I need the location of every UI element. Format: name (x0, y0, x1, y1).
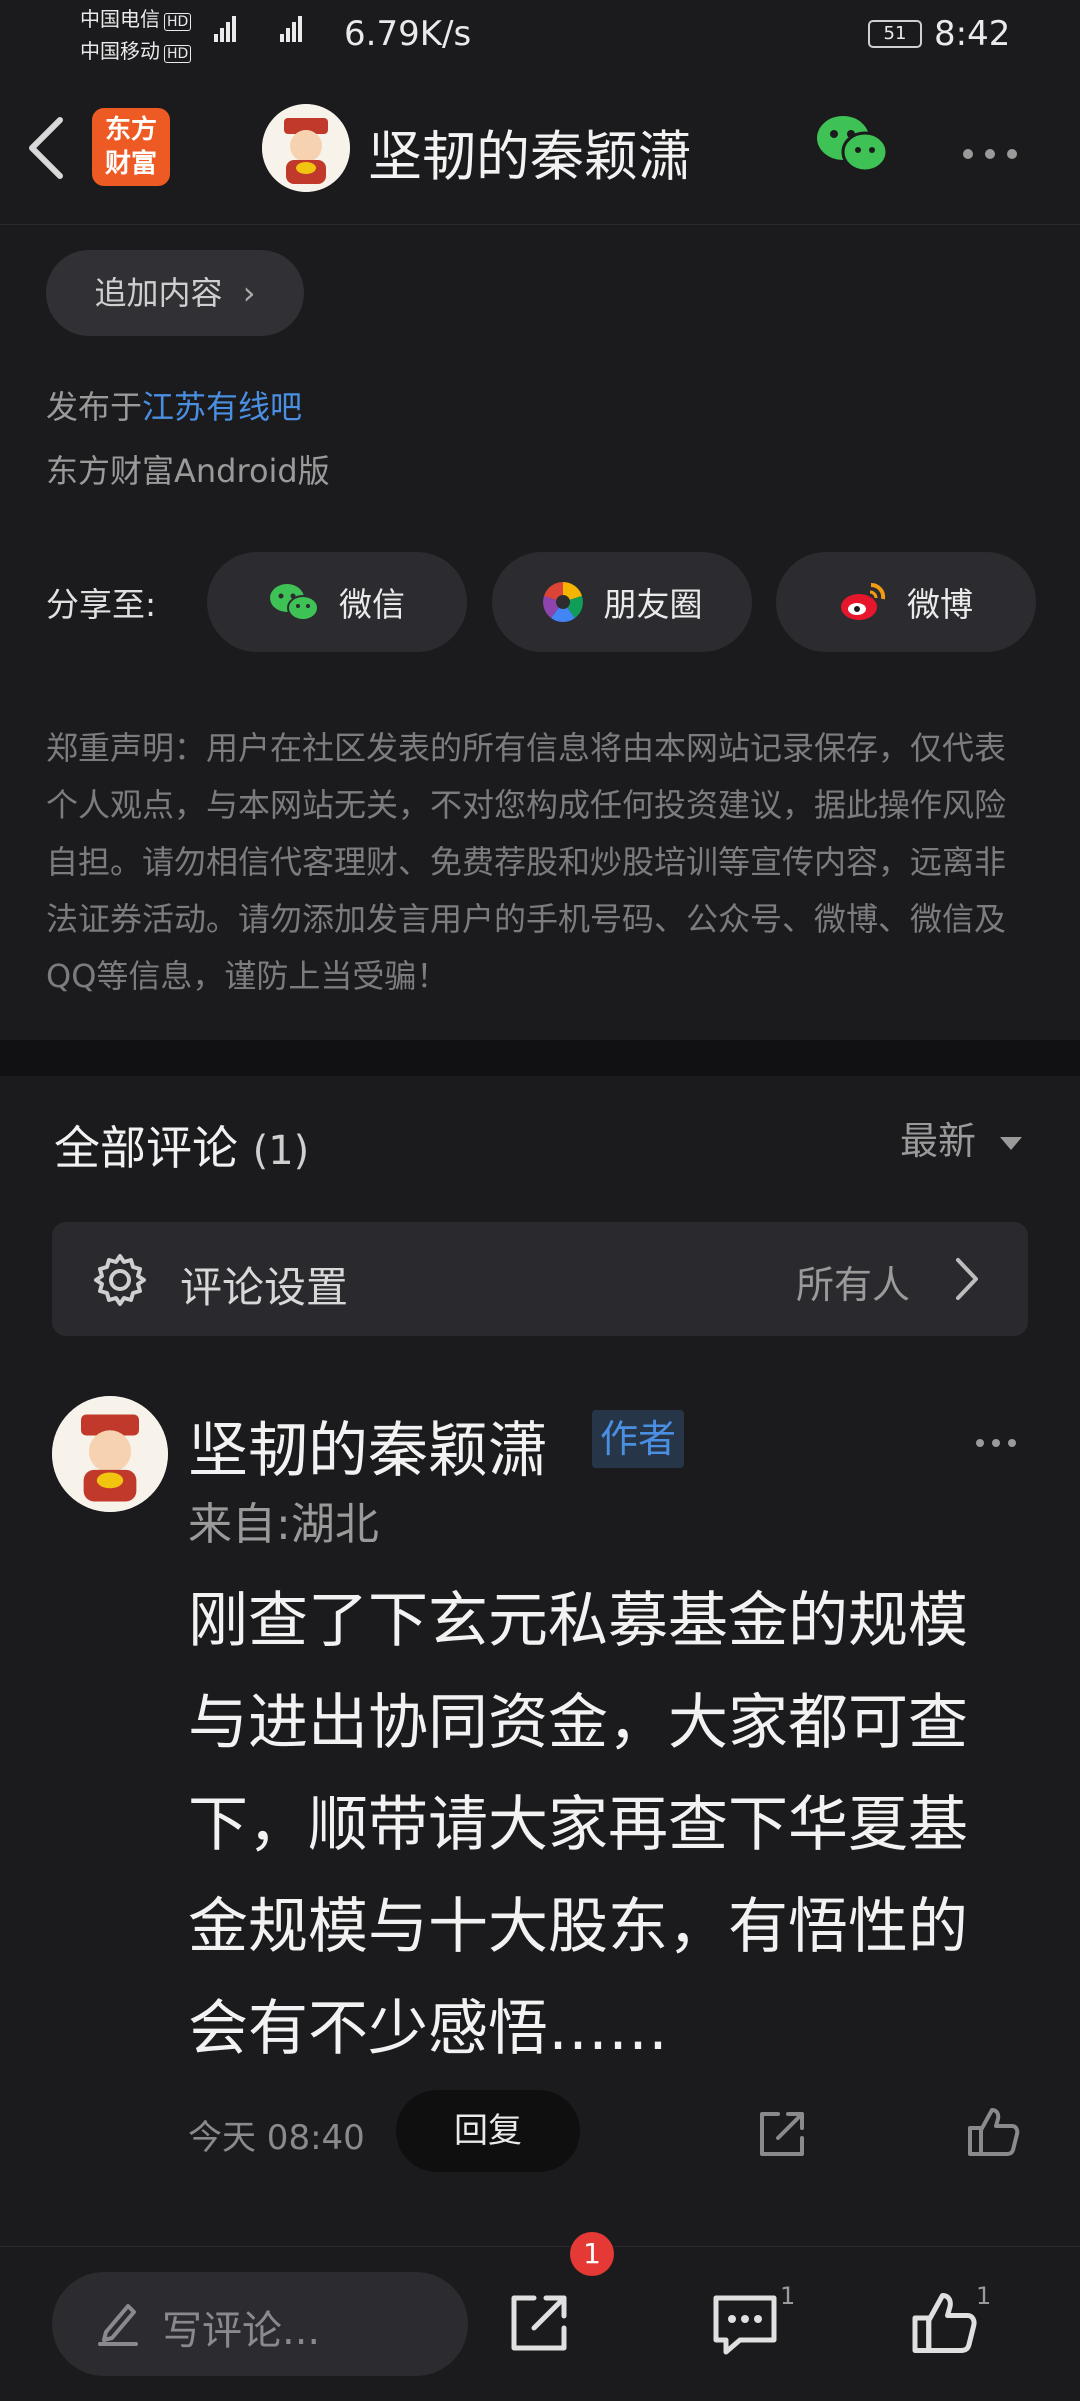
section-divider (0, 1040, 1080, 1076)
reply-button[interactable]: 回复 (396, 2090, 580, 2172)
comment-avatar[interactable] (52, 1396, 168, 1512)
share-label: 分享至: (46, 585, 157, 624)
comment-more-button[interactable] (976, 1432, 1016, 1451)
comment-icon[interactable] (710, 2292, 780, 2358)
comment-text: 刚查了下玄元私募基金的规模与进出协同资金，大家都可查下，顺带请大家再查下华夏基金… (188, 1586, 968, 2064)
comment-settings-value: 所有人 (796, 1263, 911, 1307)
append-content-button[interactable]: 追加内容 › (46, 250, 304, 336)
comment-time: 今天 08:40 (188, 2118, 365, 2158)
moments-icon (542, 582, 583, 622)
chevron-right-icon: › (242, 274, 256, 312)
sort-dropdown[interactable]: 最新 (900, 1110, 1023, 1165)
disclaimer: 郑重声明：用户在社区发表的所有信息将由本网站记录保存，仅代表个人观点，与本网站无… (46, 729, 1007, 995)
sort-down-icon (1000, 1136, 1023, 1150)
wechat-icon (270, 584, 319, 621)
comment-count: 1 (780, 2282, 796, 2310)
weibo-icon (841, 582, 886, 620)
client-info: 东方财富Android版 (46, 452, 330, 490)
comment-like-icon[interactable] (966, 2104, 1022, 2160)
author-badge: 作者 (592, 1410, 685, 1468)
status-bar: 中国电信 HD 中国移动 HD 6.79K/s 51 8:42 (0, 0, 1080, 74)
more-button[interactable] (963, 144, 1029, 163)
wechat-icon (817, 116, 889, 173)
share-weibo-button[interactable]: 微博 (776, 552, 1036, 652)
forum-link[interactable]: 江苏有线吧 (142, 388, 302, 426)
share-badge: 1 (570, 2232, 614, 2276)
back-button[interactable] (20, 112, 74, 184)
more-icon (963, 144, 1029, 163)
published-in: 发布于江苏有线吧 (46, 388, 303, 426)
carrier-1: 中国电信 HD (80, 6, 192, 32)
write-comment-placeholder: 写评论... (162, 2308, 321, 2354)
more-icon (976, 1432, 1016, 1451)
share-wechat-button[interactable]: 微信 (207, 552, 467, 652)
comment-share-icon[interactable] (756, 2108, 808, 2160)
app-logo[interactable]: 东方 财富 (92, 108, 170, 186)
avatar[interactable] (262, 104, 350, 192)
battery-icon: 51 (868, 20, 922, 48)
avatar-image (52, 1396, 168, 1512)
signal-icon-2 (280, 16, 304, 42)
network-speed: 6.79K/s (344, 14, 472, 54)
share-moments-button[interactable]: 朋友圈 (492, 552, 752, 652)
comments-count: (1) (252, 1128, 310, 1174)
comment-location: 来自:湖北 (188, 1499, 379, 1550)
like-icon[interactable] (910, 2288, 980, 2358)
signal-icon (214, 16, 238, 42)
like-count: 1 (976, 2282, 992, 2310)
clock: 8:42 (934, 14, 1011, 54)
comment-author-name[interactable]: 坚韧的秦颖潇 (188, 1402, 548, 1489)
avatar-image (262, 104, 350, 192)
back-arrow-icon (29, 117, 63, 179)
gear-icon (94, 1254, 146, 1306)
comment-settings-label: 评论设置 (180, 1263, 349, 1312)
share-icon[interactable] (506, 2290, 572, 2356)
carrier-2: 中国移动 HD (80, 38, 192, 64)
page-title: 坚韧的秦颖潇 (368, 125, 692, 188)
chevron-right-icon (956, 1258, 978, 1300)
comments-title: 全部评论 (1) (54, 1121, 310, 1175)
wechat-share-button[interactable] (815, 112, 889, 180)
pencil-icon (98, 2304, 138, 2346)
